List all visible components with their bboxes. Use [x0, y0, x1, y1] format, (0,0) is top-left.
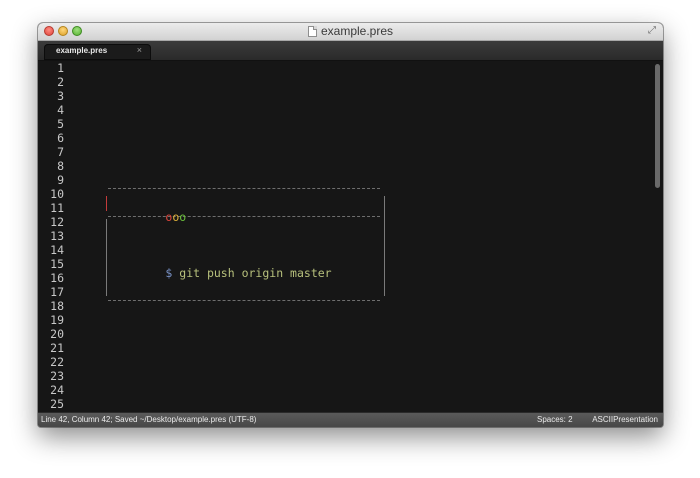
line-number: 22	[50, 355, 64, 369]
line-number: 24	[50, 383, 64, 397]
document-icon	[307, 26, 317, 37]
cursor-position-status: Line 42, Column 42; Saved ~/Desktop/exam…	[41, 415, 257, 424]
line-number: 20	[50, 327, 64, 341]
ascii-box-bottom-border	[108, 300, 380, 301]
tab-example-pres[interactable]: example.pres ×	[44, 44, 151, 60]
line-number: 16	[50, 271, 64, 285]
line-number: 8	[57, 159, 64, 173]
line-number: 11	[50, 201, 64, 215]
line-number: 3	[57, 89, 64, 103]
line-number: 18	[50, 299, 64, 313]
line-number: 19	[50, 313, 64, 327]
terminal-command-line: $ git push origin master	[110, 252, 332, 294]
window-title: example.pres	[320, 24, 394, 38]
code-area[interactable]: ooo $ git push origin master	[106, 61, 626, 412]
line-number: 4	[57, 103, 64, 117]
green-dot: o	[179, 210, 187, 224]
line-number: 6	[57, 131, 64, 145]
ascii-box-left-bar-body	[106, 219, 107, 296]
status-bar: Line 42, Column 42; Saved ~/Desktop/exam…	[38, 412, 663, 427]
line-number: 1	[57, 61, 64, 75]
line-number: 23	[50, 369, 64, 383]
tab-close-icon[interactable]: ×	[137, 45, 142, 55]
shell-command: git push origin master	[179, 266, 332, 280]
line-number: 21	[50, 341, 64, 355]
line-number: 13	[50, 229, 64, 243]
line-number: 17	[50, 285, 64, 299]
ascii-box-left-bar-title	[106, 196, 107, 211]
line-number: 5	[57, 117, 64, 131]
shell-prompt: $	[165, 266, 173, 280]
line-number: 15	[50, 257, 64, 271]
code-editor[interactable]: 1 2 3 4 5 6 7 8 9 10 11 12 13 14 15 16 1…	[38, 61, 663, 412]
line-number: 12	[50, 215, 64, 229]
syntax-status[interactable]: ASCIIPresentation	[592, 413, 658, 427]
window-dots: ooo	[110, 196, 186, 238]
tab-label: example.pres	[56, 46, 108, 55]
fullscreen-icon[interactable]: ⤢	[648, 26, 658, 36]
line-number: 2	[57, 75, 64, 89]
line-number: 7	[57, 145, 64, 159]
line-number-gutter: 1 2 3 4 5 6 7 8 9 10 11 12 13 14 15 16 1…	[38, 61, 64, 412]
ascii-box-top-border	[108, 188, 380, 189]
title-bar: example.pres ⤢	[38, 23, 663, 41]
line-number: 25	[50, 397, 64, 411]
line-number: 14	[50, 243, 64, 257]
line-number: 10	[50, 187, 64, 201]
tab-bar: example.pres ×	[38, 41, 663, 61]
window-title-group: example.pres	[38, 24, 663, 39]
indentation-status[interactable]: Spaces: 2	[537, 413, 573, 427]
ascii-box-right-bar	[384, 196, 385, 296]
editor-window: example.pres ⤢ example.pres × 1 2 3 4 5 …	[38, 23, 663, 427]
vertical-scrollbar[interactable]	[655, 64, 660, 188]
line-number: 9	[57, 173, 64, 187]
